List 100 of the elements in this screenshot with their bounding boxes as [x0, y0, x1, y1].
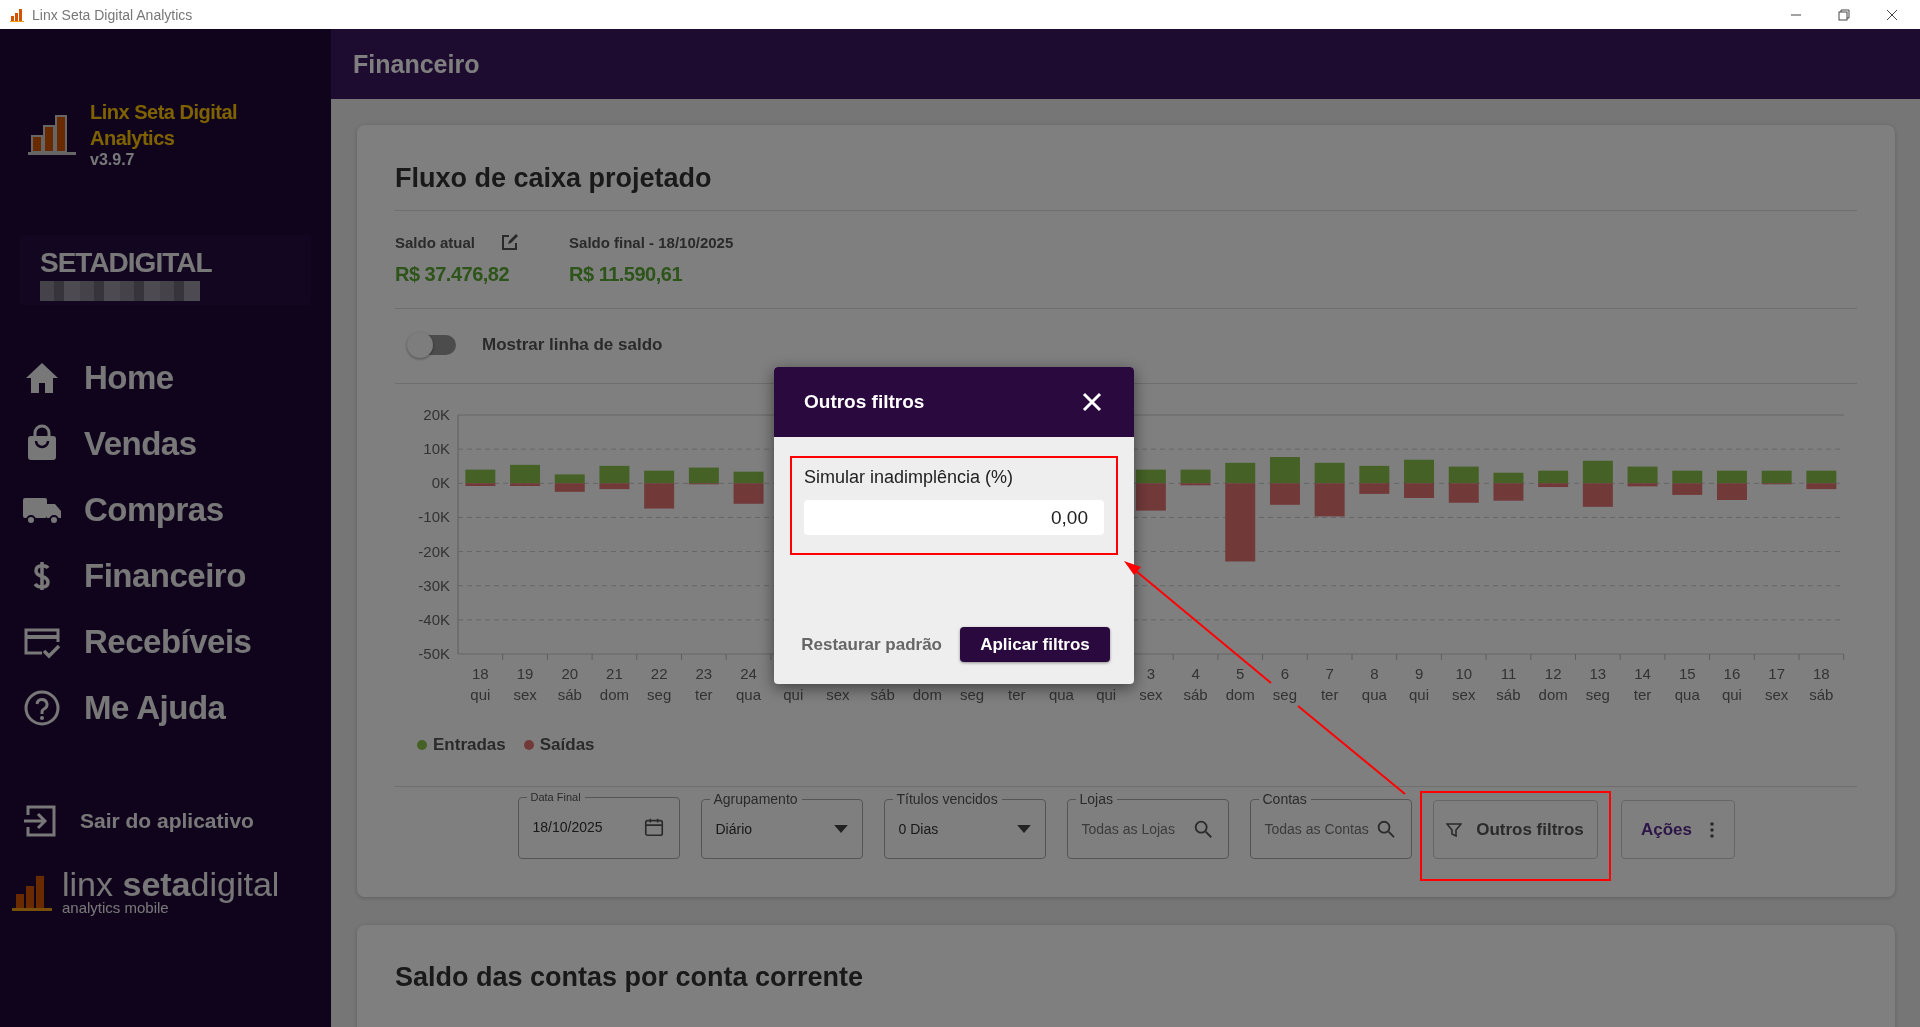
app-logo-icon — [10, 7, 24, 22]
balance-label: Saldo atual — [395, 233, 476, 251]
brand-tagline: analytics mobile — [62, 899, 170, 916]
axis-label: 9 — [1414, 665, 1424, 682]
exit-link[interactable]: Sair do aplicativo — [22, 803, 331, 839]
field-label: Simular inadimplência (%) — [804, 467, 1015, 488]
axis-label: qui — [470, 686, 491, 703]
legend-label: Saídas — [539, 735, 595, 755]
dropdown-field[interactable]: Agrupamento Diário — [700, 791, 863, 859]
axis-label: sex — [1452, 686, 1476, 703]
close-icon — [1082, 392, 1102, 412]
axis-label: qua — [1674, 686, 1700, 703]
nav-item[interactable]: Recebíveis — [22, 619, 331, 665]
chart-bar — [554, 483, 585, 492]
toggle-switch[interactable] — [410, 335, 456, 355]
search-field[interactable]: Lojas Todas as Lojas — [1066, 791, 1229, 859]
input-field[interactable]: 0,00 — [804, 500, 1104, 535]
field-value: Diário — [715, 820, 754, 837]
modal-title: Outros filtros — [804, 391, 925, 413]
company-name: SETADIGITAL — [40, 247, 213, 279]
axis-label: -10K — [418, 508, 450, 526]
balance-value: R$ 11.590,61 — [569, 263, 684, 286]
chart-bar — [1448, 483, 1479, 503]
field-value: 0 Dias — [898, 820, 940, 837]
axis-label: 7 — [1325, 665, 1334, 682]
axis-label: 24 — [740, 665, 757, 682]
axis-label: sex — [1139, 686, 1163, 703]
axis-label: sex — [513, 686, 537, 703]
axis-label: -50K — [418, 645, 450, 662]
axis-label: sáb — [1496, 686, 1521, 703]
nav-item[interactable]: Financeiro — [22, 553, 331, 599]
close-button[interactable] — [1082, 392, 1102, 412]
balance-label: Saldo final - 18/10/2025 — [569, 233, 734, 251]
chart-bar — [1672, 483, 1703, 495]
help-icon — [22, 688, 62, 728]
field-label: Agrupamento — [712, 791, 799, 807]
axis-label: 15 — [1678, 665, 1696, 682]
reset-button[interactable]: Restaurar padrão — [801, 634, 942, 655]
edit-icon[interactable] — [501, 233, 520, 251]
nav-item[interactable]: Compras — [22, 487, 331, 533]
axis-label: qui — [1096, 686, 1117, 703]
restore-icon[interactable] — [1838, 8, 1850, 21]
axis-label: qui — [1409, 686, 1430, 703]
axis-label: -30K — [418, 576, 450, 594]
axis-label: sáb — [1809, 686, 1834, 703]
axis-label: 0K — [431, 474, 450, 492]
axis-label: qua — [1048, 686, 1074, 703]
nav-item[interactable]: Home — [22, 355, 331, 401]
axis-label: ter — [1008, 686, 1026, 703]
other-filters-button[interactable]: Outros filtros — [1432, 800, 1598, 859]
chart-bar — [1269, 457, 1300, 484]
chart-bar — [1448, 466, 1479, 484]
axis-label: dom — [1538, 686, 1568, 703]
axis-label: 4 — [1191, 665, 1200, 682]
apply-button[interactable]: Aplicar filtros — [960, 627, 1110, 662]
card-title: Saldo das contas por conta corrente — [395, 961, 865, 993]
axis-label: 10 — [1455, 665, 1473, 682]
field-label: Data Final — [529, 791, 582, 803]
axis-label: dom — [599, 686, 630, 703]
axis-label: 18 — [1813, 665, 1830, 682]
axis-label: dom — [912, 686, 942, 703]
axis-label: 20 — [561, 665, 579, 682]
chart-bar — [1582, 483, 1613, 507]
close-icon[interactable] — [1886, 8, 1898, 21]
nav-item[interactable]: Vendas — [22, 421, 331, 467]
legend-label: Entradas — [433, 735, 506, 755]
date-field[interactable]: Data Final 18/10/2025 — [517, 791, 680, 859]
axis-label: qui — [783, 686, 804, 703]
axis-label: sáb — [557, 686, 582, 703]
axis-label: qua — [736, 686, 762, 703]
axis-label: 23 — [695, 665, 713, 682]
actions-button[interactable]: Ações — [1620, 800, 1735, 859]
axis-label: 17 — [1768, 665, 1785, 682]
axis-label: 16 — [1723, 665, 1741, 682]
app-version: v3.9.7 — [90, 151, 136, 169]
axis-label: 22 — [650, 665, 668, 682]
axis-label: 19 — [516, 665, 534, 682]
axis-label: sex — [826, 686, 850, 703]
axis-label: seg — [1585, 686, 1610, 703]
chart-bar — [554, 474, 585, 484]
field-value: Todas as Lojas — [1081, 820, 1176, 837]
axis-label: 11 — [1500, 665, 1517, 682]
toggle-label: Mostrar linha de saldo — [482, 335, 663, 355]
chart-bar — [1672, 470, 1703, 484]
field-label: Títulos vencidos — [895, 791, 999, 807]
chart-bar — [1716, 470, 1747, 484]
dropdown-field[interactable]: Títulos vencidos 0 Dias — [883, 791, 1046, 859]
axis-label: ter — [695, 686, 713, 703]
axis-label: 20K — [423, 406, 450, 423]
axis-label: qui — [1721, 686, 1742, 703]
axis-label: seg — [1272, 686, 1298, 703]
nav-item[interactable]: Me Ajuda — [22, 685, 331, 731]
axis-label: 12 — [1544, 665, 1562, 682]
window-title: Linx Seta Digital Analytics — [32, 6, 194, 23]
search-field[interactable]: Contas Todas as Contas — [1249, 791, 1412, 859]
exit-icon — [22, 803, 58, 839]
page-title: Financeiro — [353, 49, 480, 79]
axis-label: sáb — [1183, 686, 1208, 703]
axis-label: seg — [959, 686, 985, 703]
chart-bar — [1269, 483, 1300, 505]
